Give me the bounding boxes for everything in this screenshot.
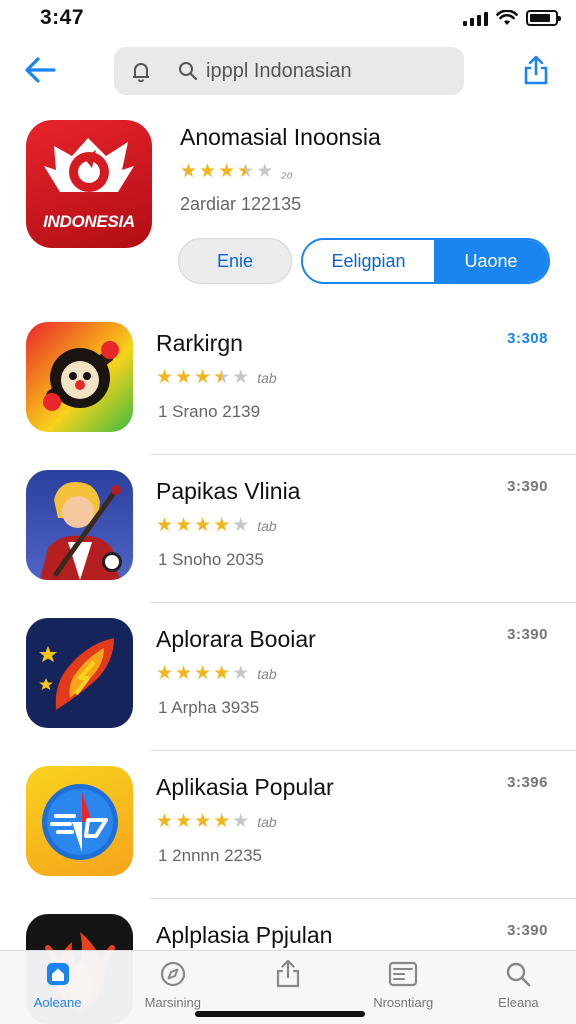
row-divider [150, 750, 576, 751]
app-name: Aplikasia Popular [156, 774, 334, 800]
app-row[interactable]: Aplorara Booiar ★ ★ ★ ★ ★ tab 1 Arpha 3935 3:… [0, 602, 576, 750]
featured-segmented-control: Eeligpian Uaone [301, 238, 550, 284]
app-meta: 1 Srano 2139 [158, 402, 261, 421]
app-row[interactable]: Papikas Vlinia ★ ★ ★ ★ ★ tab 1 Snoho 2035 3:3… [0, 454, 576, 602]
app-action[interactable]: 3:390 [507, 626, 548, 643]
share-icon [273, 959, 303, 989]
home-indicator [195, 1011, 365, 1017]
star-icon: ★ [232, 663, 250, 684]
wifi-icon [496, 10, 518, 25]
star-icon: ★ [156, 515, 174, 536]
tab-label: Aoleane [33, 995, 82, 1010]
tab-search[interactable]: Eleana [461, 951, 576, 1024]
back-button[interactable] [20, 50, 60, 90]
star-icon: ★ [218, 161, 236, 182]
clown-mascot-icon [26, 322, 133, 432]
star-icon: ★ [175, 663, 193, 684]
search-icon [503, 959, 533, 989]
star-icon: ★ [232, 515, 250, 536]
status-time: 3:47 [40, 6, 85, 29]
segment-option-a[interactable]: Eeligpian [303, 240, 434, 282]
app-meta: 1 Snoho 2035 [158, 550, 264, 569]
star-icon: ★ [256, 161, 274, 182]
app-action[interactable]: 3:390 [507, 922, 548, 939]
star-icon: ★ [175, 811, 193, 832]
star-icon: ★ [213, 663, 231, 684]
app-action[interactable]: 3:390 [507, 478, 548, 495]
star-icon: ★ [156, 811, 174, 832]
featured-secondary-button[interactable]: Enie [178, 238, 292, 284]
app-meta: 1 Arpha 3935 [158, 698, 260, 717]
row-divider [150, 454, 576, 455]
featured-rating: ★ ★ ★ ★ ★ ₂₀ [180, 162, 292, 182]
app-rating: ★ ★ ★ ★ ★ tab [156, 368, 277, 388]
blaze-star-icon [26, 618, 133, 728]
status-icons [463, 10, 561, 26]
star-icon: ★ [213, 515, 231, 536]
search-icon [178, 61, 198, 81]
tab-home[interactable]: Aoleane [0, 951, 115, 1024]
app-name: Papikas Vlinia [156, 478, 301, 504]
star-icon: ★ [232, 811, 250, 832]
back-arrow-icon [25, 57, 56, 83]
star-icon: ★ [213, 811, 231, 832]
star-icon: ★ [199, 161, 217, 182]
star-icon: ★ [156, 367, 174, 388]
row-divider [150, 602, 576, 603]
share-icon [524, 55, 548, 85]
nav-bar [0, 40, 576, 100]
tab-label: Marsining [144, 995, 201, 1010]
star-icon: ★ [180, 161, 198, 182]
star-icon: ★ [175, 515, 193, 536]
app-action[interactable]: 3:396 [507, 774, 548, 791]
cellular-signal-icon [463, 10, 488, 26]
musician-icon [26, 470, 133, 580]
app-row[interactable]: Aplikasia Popular ★ ★ ★ ★ ★ tab 1 2nnnn 2235 … [0, 750, 576, 898]
rating-count: ₂₀ [281, 164, 293, 180]
compass-flag-icon [26, 766, 133, 876]
compass-icon [158, 959, 188, 989]
app-row[interactable]: Rarkirgn ★ ★ ★ ★ ★ tab 1 Srano 2139 3:308 [0, 306, 576, 454]
featured-app-title: Anomasial Inoonsia [180, 124, 381, 150]
featured-icon-wordmark: INDONESIA [43, 212, 135, 231]
rating-count: tab [257, 814, 277, 830]
app-rating: ★ ★ ★ ★ ★ tab [156, 516, 277, 536]
star-icon: ★ [175, 367, 193, 388]
star-icon: ★ [156, 663, 174, 684]
news-icon [388, 959, 418, 989]
status-bar: 3:47 [0, 0, 576, 36]
rating-count: tab [257, 370, 277, 386]
app-rating: ★ ★ ★ ★ ★ tab [156, 664, 277, 684]
search-field[interactable] [114, 47, 464, 95]
star-icon: ★ [194, 367, 212, 388]
app-action[interactable]: 3:308 [507, 330, 548, 347]
featured-app: INDONESIA Anomasial Inoonsia ★ ★ ★ ★ ★ ₂₀ 2ar… [0, 120, 576, 295]
rating-count: tab [257, 666, 277, 682]
app-name: Aplorara Booiar [156, 626, 316, 652]
notification-bell-icon[interactable] [132, 60, 150, 82]
star-icon: ★ [237, 161, 255, 182]
home-icon [43, 959, 73, 989]
star-icon: ★ [232, 367, 250, 388]
featured-app-meta: 2ardiar 122135 [180, 194, 302, 214]
star-icon: ★ [194, 663, 212, 684]
featured-app-icon[interactable]: INDONESIA [26, 120, 152, 248]
row-divider [150, 898, 576, 899]
app-rating: ★ ★ ★ ★ ★ tab [156, 812, 277, 832]
share-button[interactable] [518, 50, 554, 90]
rating-count: tab [257, 518, 277, 534]
battery-level [530, 14, 551, 22]
segment-option-b[interactable]: Uaone [434, 240, 548, 282]
app-name: Aplplasia Ppjulan [156, 922, 333, 948]
battery-icon [526, 10, 561, 26]
star-icon: ★ [194, 515, 212, 536]
app-meta: 1 2nnnn 2235 [158, 846, 262, 865]
star-icon: ★ [213, 367, 231, 388]
tab-label: Nrosntiarg [373, 995, 434, 1010]
star-icon: ★ [194, 811, 212, 832]
tab-label: Eleana [498, 995, 539, 1010]
app-name: Rarkirgn [156, 330, 243, 356]
search-input[interactable] [206, 59, 406, 83]
app-list: Rarkirgn ★ ★ ★ ★ ★ tab 1 Srano 2139 3:308 Pap… [0, 306, 576, 1024]
